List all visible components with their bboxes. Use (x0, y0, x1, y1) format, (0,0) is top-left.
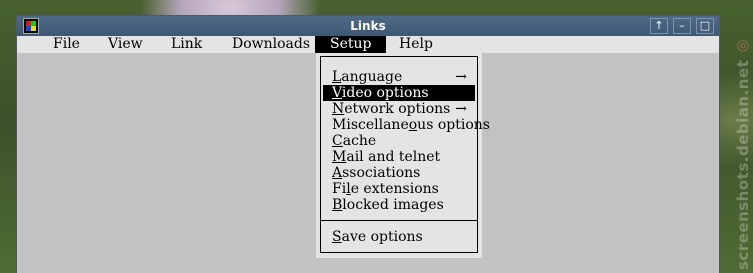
maximize-button[interactable]: □ (696, 18, 714, 34)
menu-item-mail-and-telnet[interactable]: Mail and telnet (323, 149, 475, 165)
menu-item-file-extensions[interactable]: File extensions (323, 181, 475, 197)
menu-item-language[interactable]: Language → (323, 69, 475, 85)
links-window: Links ↑ – □ File View Link Downloads Set… (17, 16, 719, 273)
menu-help[interactable]: Help (384, 36, 448, 53)
menu-downloads[interactable]: Downloads (217, 36, 325, 53)
submenu-arrow-icon: → (455, 69, 467, 85)
watermark: screenshots.debian.net ◎ (734, 5, 752, 270)
submenu-arrow-icon: → (455, 101, 467, 117)
menu-file[interactable]: File (38, 36, 95, 53)
menu-link[interactable]: Link (156, 36, 217, 53)
menu-item-miscellaneous-options[interactable]: Miscellaneous options (323, 117, 490, 133)
debian-swirl-icon: ◎ (734, 37, 752, 56)
minimize-button[interactable]: – (673, 18, 691, 34)
menu-separator (321, 220, 477, 221)
menu-view[interactable]: View (93, 36, 158, 53)
title-bar[interactable]: Links ↑ – □ (17, 16, 719, 36)
watermark-text: screenshots.debian.net (734, 59, 752, 270)
menu-setup[interactable]: Setup (315, 36, 387, 53)
setup-dropdown: Language → Video options Network options → Mi… (316, 53, 490, 258)
menu-item-cache[interactable]: Cache (323, 133, 475, 149)
menu-item-save-options[interactable]: Save options (323, 229, 475, 245)
setup-dropdown-list: Language → Video options Network options → Mi… (320, 56, 490, 253)
menu-item-blocked-images[interactable]: Blocked images (323, 197, 475, 213)
keep-above-button[interactable]: ↑ (650, 18, 668, 34)
window-title: Links (350, 19, 386, 33)
menu-item-video-options[interactable]: Video options (323, 85, 475, 101)
menu-bar: File View Link Downloads Setup Help (17, 36, 719, 53)
menu-item-network-options[interactable]: Network options → (323, 101, 475, 117)
menu-item-associations[interactable]: Associations (323, 165, 475, 181)
